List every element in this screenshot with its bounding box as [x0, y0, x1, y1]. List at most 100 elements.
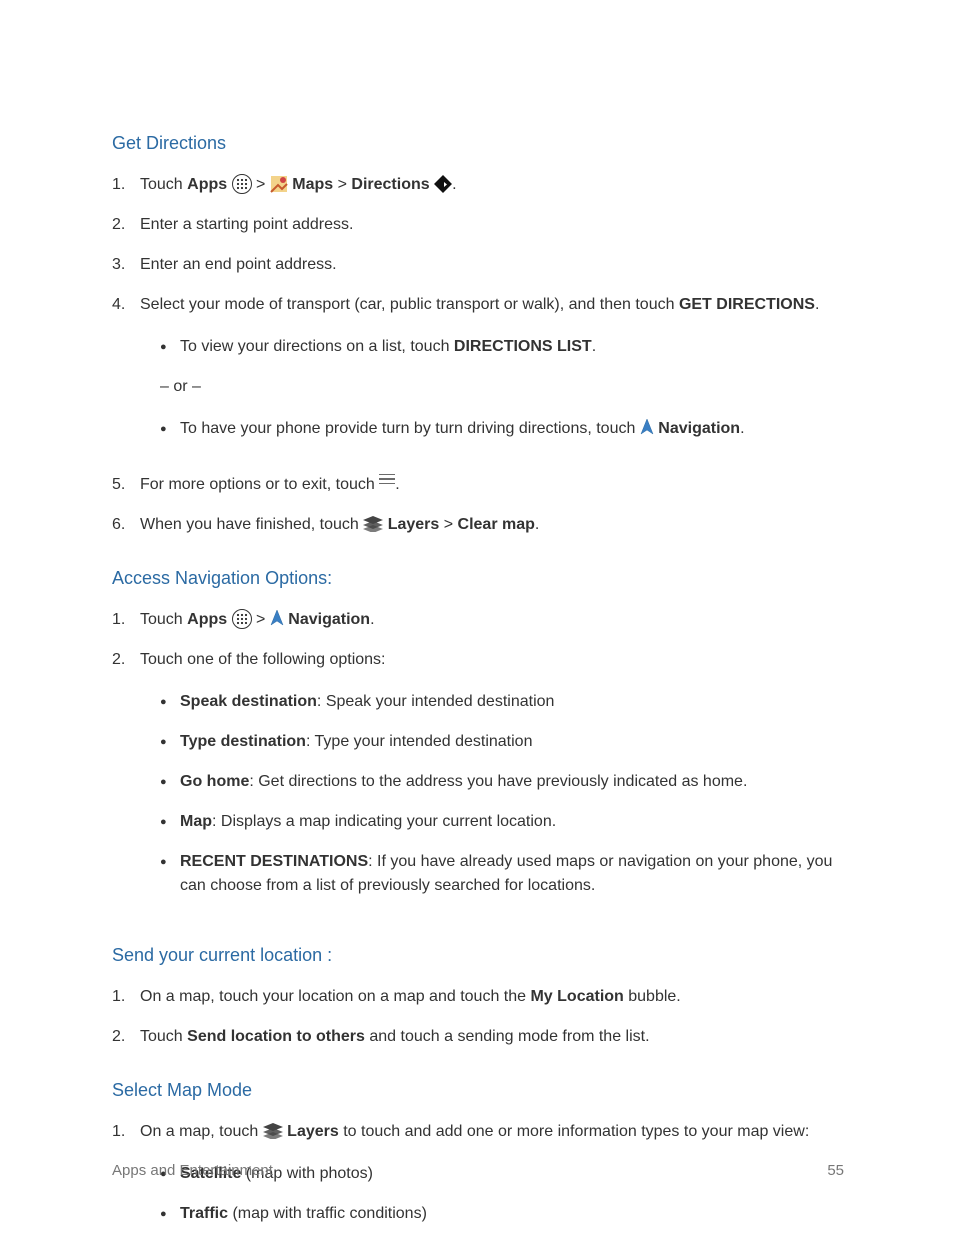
list-item: ●RECENT DESTINATIONS: If you have alread… — [160, 850, 844, 898]
bullet-icon: ● — [160, 335, 180, 359]
step-number: 1. — [112, 173, 140, 197]
bullet-body: Map: Displays a map indicating your curr… — [180, 810, 844, 834]
option-label: Map — [180, 813, 212, 830]
step-number: 1. — [112, 608, 140, 632]
step-number: 6. — [112, 513, 140, 537]
apps-label: Apps — [187, 611, 227, 628]
get-directions-label: GET DIRECTIONS — [679, 296, 815, 313]
step-number: 4. — [112, 293, 140, 457]
bullet-body: Traffic (map with traffic conditions) — [180, 1202, 844, 1226]
bullet-icon: ● — [160, 730, 180, 754]
bullet-body: To view your directions on a list, touch… — [180, 335, 844, 359]
navigation-icon — [270, 609, 284, 627]
step-number: 2. — [112, 213, 140, 237]
separator: > — [252, 176, 270, 193]
bullet-body: RECENT DESTINATIONS: If you have already… — [180, 850, 844, 898]
step-number: 3. — [112, 253, 140, 277]
period: . — [370, 611, 374, 628]
bullet-body: To have your phone provide turn by turn … — [180, 417, 844, 441]
navigation-label: Navigation — [284, 611, 370, 628]
step-body: When you have finished, touch Layers > C… — [140, 513, 844, 537]
option-label: RECENT DESTINATIONS — [180, 853, 368, 870]
text: When you have finished, touch — [140, 516, 363, 533]
bullet-body: Speak destination: Speak your intended d… — [180, 690, 844, 714]
step-number: 2. — [112, 1025, 140, 1049]
step-body: Touch Apps > Maps > Directions . — [140, 173, 844, 197]
option-label: Speak destination — [180, 693, 317, 710]
period: . — [452, 176, 456, 193]
step-body: Touch Send location to others and touch … — [140, 1025, 844, 1049]
option-label: Traffic — [180, 1205, 228, 1222]
text: Select your mode of transport (car, publ… — [140, 296, 679, 313]
heading-send-location: Send your current location : — [112, 942, 844, 969]
layers-label: Layers — [383, 516, 439, 533]
step-body: Select your mode of transport (car, publ… — [140, 293, 844, 457]
text: To have your phone provide turn by turn … — [180, 420, 640, 437]
step-3: 3. Enter an end point address. — [112, 253, 844, 277]
text: to touch and add one or more information… — [339, 1123, 809, 1140]
separator: > — [333, 176, 351, 193]
text: On a map, touch your location on a map a… — [140, 988, 530, 1005]
clear-map-label: Clear map — [458, 516, 535, 533]
nav-options: ●Speak destination: Speak your intended … — [140, 690, 844, 898]
list-item: ● To have your phone provide turn by tur… — [160, 417, 844, 441]
bullet-icon: ● — [160, 417, 180, 441]
directions-icon — [434, 175, 452, 193]
text: For more options or to exit, touch — [140, 476, 379, 493]
layers-icon — [363, 516, 383, 532]
heading-get-directions: Get Directions — [112, 130, 844, 157]
heading-select-map-mode: Select Map Mode — [112, 1077, 844, 1104]
footer-section: Apps and Entertainment — [112, 1160, 273, 1183]
list-item: ●Type destination: Type your intended de… — [160, 730, 844, 754]
step-4: 4. Select your mode of transport (car, p… — [112, 293, 844, 457]
period: . — [592, 338, 596, 355]
document-page: Get Directions 1. Touch Apps > Maps > Di… — [0, 0, 954, 1242]
separator: > — [439, 516, 457, 533]
menu-icon — [379, 474, 395, 488]
directions-label: Directions — [351, 176, 429, 193]
bullet-icon: ● — [160, 690, 180, 714]
text: Touch one of the following options: — [140, 651, 386, 668]
text: Touch — [140, 611, 187, 628]
step-6: 6. When you have finished, touch Layers … — [112, 513, 844, 537]
step-body: Touch Apps > Navigation. — [140, 608, 844, 632]
step-body: Enter a starting point address. — [140, 213, 844, 237]
step-number: 5. — [112, 473, 140, 497]
text-end: bubble. — [624, 988, 681, 1005]
text: To view your directions on a list, touch — [180, 338, 454, 355]
send-location-steps: 1. On a map, touch your location on a ma… — [112, 985, 844, 1049]
apps-icon — [232, 174, 252, 194]
text: Touch — [140, 176, 187, 193]
bullet-icon: ● — [160, 850, 180, 898]
step-body: Enter an end point address. — [140, 253, 844, 277]
layers-icon — [263, 1123, 283, 1139]
option-text: : Displays a map indicating your current… — [212, 813, 556, 830]
heading-access-navigation: Access Navigation Options: — [112, 565, 844, 592]
step-2: 2. Touch Send location to others and tou… — [112, 1025, 844, 1049]
step-1: 1. Touch Apps > Maps > Directions . — [112, 173, 844, 197]
period: . — [535, 516, 539, 533]
list-item: ●Traffic (map with traffic conditions) — [160, 1202, 844, 1226]
step-body: For more options or to exit, touch . — [140, 473, 844, 497]
layers-label: Layers — [283, 1123, 339, 1140]
period: . — [815, 296, 819, 313]
bullet-body: Type destination: Type your intended des… — [180, 730, 844, 754]
list-item: ●Go home: Get directions to the address … — [160, 770, 844, 794]
step-number: 2. — [112, 648, 140, 914]
period: . — [395, 476, 399, 493]
list-item: ●Speak destination: Speak your intended … — [160, 690, 844, 714]
list-item: ●Map: Displays a map indicating your cur… — [160, 810, 844, 834]
navigation-label: Navigation — [654, 420, 740, 437]
bullet-icon: ● — [160, 770, 180, 794]
step-number: 1. — [112, 985, 140, 1009]
apps-label: Apps — [187, 176, 227, 193]
step-4-bullets-2: ● To have your phone provide turn by tur… — [140, 417, 844, 441]
directions-list-label: DIRECTIONS LIST — [454, 338, 592, 355]
option-label: Go home — [180, 773, 249, 790]
separator: > — [252, 611, 270, 628]
bullet-icon: ● — [160, 810, 180, 834]
page-footer: Apps and Entertainment 55 — [112, 1160, 844, 1183]
or-separator: – or – — [160, 375, 844, 399]
step-5: 5. For more options or to exit, touch . — [112, 473, 844, 497]
step-2: 2. Enter a starting point address. — [112, 213, 844, 237]
